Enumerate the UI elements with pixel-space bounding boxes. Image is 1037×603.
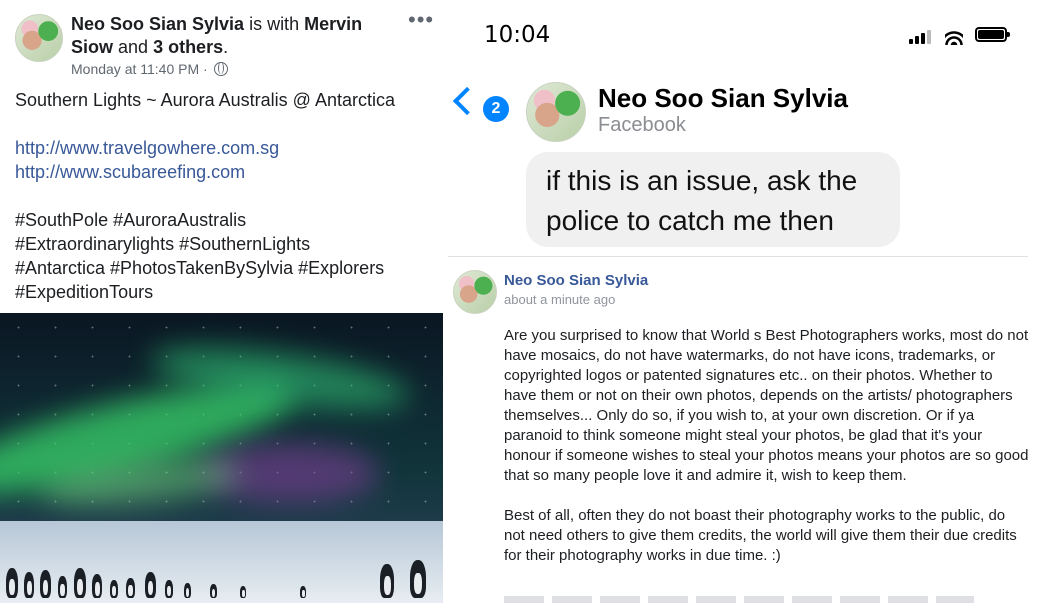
post-body: Southern Lights ~ Aurora Australis @ Ant… [15,88,435,304]
post-link[interactable]: http://www.travelgowhere.com.sg [15,136,435,160]
period: . [223,37,229,57]
post-photo-aurora[interactable] [0,313,443,603]
post-timestamp[interactable]: Monday at 11:40 PM · [71,61,208,77]
post-link[interactable]: http://www.scubareefing.com [15,160,435,184]
others-link[interactable]: 3 others [153,37,223,57]
penguin [410,560,426,598]
penguin [240,586,246,598]
comment-body: Are you surprised to know that World s B… [504,326,1029,586]
comment-paragraph: Best of all, often they do not boast the… [504,507,1017,564]
status-bar-time: 10:04 [484,22,551,48]
post-caption: Southern Lights ~ Aurora Australis @ Ant… [15,90,395,110]
message-text: if this is an issue, ask the police to c… [546,165,858,236]
more-options-button[interactable]: ••• [408,9,434,31]
penguin [184,583,191,598]
penguin [110,580,118,598]
comment-author-name[interactable]: Neo Soo Sian Sylvia [504,272,648,289]
contact-name[interactable]: Neo Soo Sian Sylvia [598,83,848,114]
facebook-post: Neo Soo Sian Sylvia is with Mervin Siow … [0,0,443,603]
cut-off-text-row [504,596,974,603]
globe-icon [213,62,228,76]
contact-avatar[interactable] [526,82,586,142]
penguin [6,568,18,598]
post-author-name[interactable]: Neo Soo Sian Sylvia [71,14,244,34]
battery-icon [975,27,1010,42]
penguin [210,584,217,598]
hashtag-line[interactable]: #Extraordinarylights #SouthernLights [15,232,435,256]
photo-penguins [0,538,443,598]
post-links: http://www.travelgowhere.com.sg http://w… [15,136,435,184]
back-chevron-icon[interactable] [452,86,482,116]
hashtag-line[interactable]: #ExpeditionTours [15,280,435,304]
penguin [40,570,51,598]
signal-icon [909,29,931,44]
penguin [74,568,86,598]
penguin [300,586,306,598]
hashtag-line[interactable]: #Antarctica #PhotosTakenBySylvia #Explor… [15,256,435,280]
penguin [165,580,173,598]
post-hashtags: #SouthPole #AuroraAustralis #Extraordina… [15,208,435,304]
comment-paragraph: Are you surprised to know that World s B… [504,327,1029,484]
contact-subtitle: Facebook [598,114,686,136]
comment-timestamp[interactable]: about a minute ago [504,292,615,307]
message-bubble[interactable]: if this is an issue, ask the police to c… [526,152,900,247]
wifi-icon [945,27,963,45]
post-header: Neo Soo Sian Sylvia is with Mervin Siow … [71,13,391,59]
post-meta: Monday at 11:40 PM · [71,61,228,77]
and-text: and [113,37,154,57]
post-author-avatar[interactable] [15,14,63,62]
penguin [24,572,34,598]
comment-author-avatar[interactable] [453,270,497,314]
penguin [92,574,102,598]
unread-count-badge[interactable]: 2 [483,96,509,122]
divider [448,256,1028,257]
hashtag-line[interactable]: #SouthPole #AuroraAustralis [15,208,435,232]
penguin [145,572,156,598]
messenger-screenshot: 10:04 2 Neo Soo Sian Sylvia Facebook if … [443,0,1037,603]
with-text: is with [244,14,305,34]
penguin [380,564,394,598]
penguin [58,576,67,598]
penguin [126,578,135,598]
